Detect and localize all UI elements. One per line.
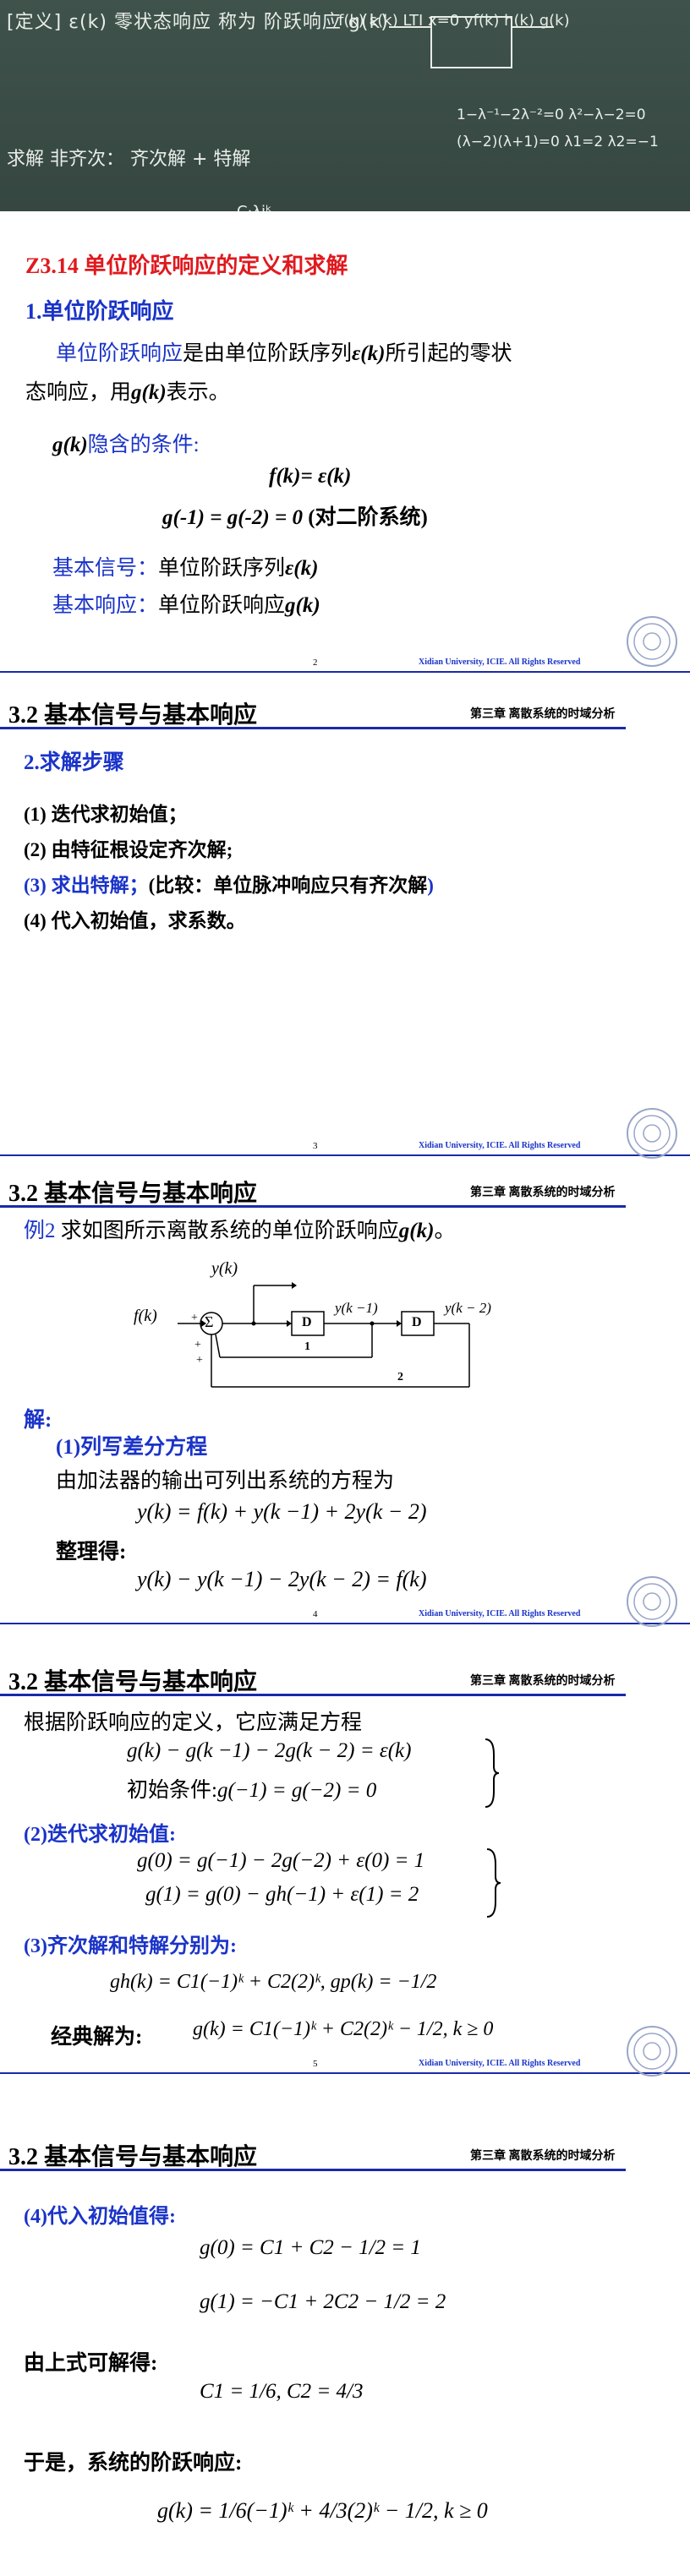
slide-header-chapter: 第三章 离散系统的时域分析 — [470, 1675, 616, 1688]
solution-text: 由加法器的输出可列出系统的方程为 — [56, 1470, 395, 1493]
basic-response-line: 基本响应：单位阶跃响应g(k) — [52, 594, 320, 617]
university-seal-icon — [627, 1108, 677, 1159]
homogeneous-particular: gh(k) = C1(−1)ᵏ + C2(2)ᵏ, gp(k) = −1/2 — [110, 1971, 437, 1993]
diagram-label-yk2: y(k − 2) — [445, 1300, 491, 1316]
subsection-title: 1.单位阶跃响应 — [25, 299, 174, 324]
solution-step-4: (4)代入初始值得: — [24, 2206, 176, 2228]
diagram-label-yk1: y(k −1) — [335, 1300, 378, 1316]
diagram-delay-1: D — [302, 1315, 312, 1329]
diagram-label-fk: f(k) — [134, 1307, 157, 1325]
condition-eq-2: g(-1) = g(-2) = 0 (对二阶系统) — [162, 506, 428, 529]
step-2: (2) 由特征根设定齐次解; — [24, 839, 233, 860]
slide-header-chapter: 第三章 离散系统的时域分析 — [470, 2150, 616, 2163]
result-label: 于是，系统的阶跃响应: — [24, 2452, 243, 2475]
coefficients: C1 = 1/6, C2 = 4/3 — [200, 2380, 364, 2403]
condition-label: g(k)隐含的条件: — [52, 434, 200, 456]
slide-3: 3.2 基本信号与基本响应 第三章 离散系统的时域分析 2.求解步骤 (1) 迭… — [0, 690, 690, 1163]
difference-equation-1: y(k) = f(k) + y(k −1) + 2y(k − 2) — [137, 1499, 427, 1524]
subsection-title: 2.求解步骤 — [24, 751, 124, 774]
diagram-plus-bottom: + — [196, 1354, 203, 1367]
footer-copyright: Xidian University, ICIE. All Rights Rese… — [419, 2059, 581, 2068]
step-response-result: g(k) = 1/6(−1)ᵏ + 4/3(2)ᵏ − 1/2, k ≥ 0 — [157, 2498, 488, 2523]
solution-label: 解: — [24, 1409, 52, 1432]
page-number: 2 — [313, 658, 318, 668]
slide-2: Z3.14 单位阶跃响应的定义和求解 1.单位阶跃响应 单位阶跃响应是由单位阶跃… — [0, 211, 690, 685]
condition-eq-1: f(k)= ε(k) — [269, 465, 352, 488]
university-seal-icon — [627, 2026, 677, 2077]
solution-step-1: (1)列写差分方程 — [56, 1436, 208, 1459]
slide-header-title: 3.2 基本信号与基本响应 — [8, 702, 258, 729]
solve-label: 由上式可解得: — [24, 2352, 158, 2375]
slide-header-chapter: 第三章 离散系统的时域分析 — [470, 708, 616, 721]
slide-header-chapter: 第三章 离散系统的时域分析 — [470, 1187, 616, 1199]
classic-solution-label: 经典解为: — [51, 2026, 143, 2049]
diagram-label-yk: y(k) — [211, 1259, 238, 1278]
university-seal-icon — [627, 1576, 677, 1627]
blackboard-photo: [定义] ε(k) 零状态响应 称为 阶跃响应 g(k) f(k) ε(k) L… — [0, 0, 690, 245]
chalk-text-definition: [定义] ε(k) 零状态响应 称为 阶跃响应 g(k) — [7, 12, 389, 33]
initial-eq-g1: g(1) = −C1 + 2C2 − 1/2 = 2 — [200, 2290, 446, 2313]
university-seal-icon — [627, 616, 677, 667]
solution-step-3: (3)齐次解和特解分别为: — [24, 1935, 237, 1957]
iteration-g0: g(0) = g(−1) − 2g(−2) + ε(0) = 1 — [137, 1849, 425, 1872]
footer-copyright: Xidian University, ICIE. All Rights Rese… — [419, 1141, 581, 1150]
system-block-diagram — [178, 1282, 470, 1388]
step-4: (4) 代入初始值，求系数。 — [24, 910, 246, 931]
diagram-adder-sigma: Σ — [205, 1313, 214, 1330]
step-1: (1) 迭代求初始值； — [24, 804, 188, 825]
example-statement: 例2 求如图所示离散系统的单位阶跃响应g(k)。 — [24, 1220, 456, 1242]
right-brace-icon — [486, 1848, 501, 1918]
initial-eq-g0: g(0) = C1 + C2 − 1/2 = 1 — [200, 2236, 421, 2259]
step-equation: g(k) − g(k −1) − 2g(k − 2) = ε(k) — [127, 1739, 412, 1762]
diagram-gain-1: 1 — [304, 1340, 310, 1353]
page-number: 5 — [313, 2059, 318, 2069]
chalk-text-solve: 求解 非齐次： 齐次解 + 特解 — [7, 149, 251, 170]
slide-6: 3.2 基本信号与基本响应 第三章 离散系统的时域分析 (4)代入初始值得: g… — [0, 2099, 690, 2576]
slide-header-title: 3.2 基本信号与基本响应 — [8, 2144, 258, 2170]
page-number: 4 — [313, 1609, 318, 1619]
step-3: (3) 求出特解；(比较：单位脉冲响应只有齐次解) — [24, 875, 434, 896]
section-heading: Z3.14 单位阶跃响应的定义和求解 — [25, 254, 348, 278]
diagram-plus-top: + — [191, 1312, 198, 1324]
basic-signal-line: 基本信号：单位阶跃序列ε(k) — [52, 557, 319, 580]
solution-step-2: (2)迭代求初始值: — [24, 1824, 176, 1846]
chalk-ltI-sketch — [389, 16, 554, 68]
definition-line-2: 态响应，用g(k)表示。 — [25, 381, 230, 404]
slide-4: 3.2 基本信号与基本响应 第三章 离散系统的时域分析 例2 求如图所示离散系统… — [0, 1163, 690, 1633]
initial-condition: 初始条件:g(−1) = g(−2) = 0 — [127, 1779, 377, 1802]
difference-equation-2: y(k) − y(k −1) − 2y(k − 2) = f(k) — [137, 1567, 427, 1591]
slide-5: 3.2 基本信号与基本响应 第三章 离散系统的时域分析 根据阶跃响应的定义，它应… — [0, 1633, 690, 2099]
iteration-g1: g(1) = g(0) − gh(−1) + ε(1) = 2 — [145, 1883, 419, 1906]
classic-solution: g(k) = C1(−1)ᵏ + C2(2)ᵏ − 1/2, k ≥ 0 — [193, 2018, 494, 2040]
definition-line-1: 单位阶跃响应是由单位阶跃序列ε(k)所引起的零状 — [56, 342, 512, 365]
right-brace-icon — [485, 1738, 500, 1808]
chalk-text-char-eq: 1−λ⁻¹−2λ⁻²=0 λ²−λ−2=0 (λ−2)(λ+1)=0 λ1=2 … — [457, 106, 659, 150]
slide-header-title: 3.2 基本信号与基本响应 — [8, 1181, 258, 1207]
diagram-gain-2: 2 — [397, 1371, 403, 1384]
footer-copyright: Xidian University, ICIE. All Rights Rese… — [419, 1609, 581, 1618]
footer-copyright: Xidian University, ICIE. All Rights Rese… — [419, 658, 581, 667]
diagram-delay-2: D — [412, 1315, 422, 1329]
intro-text: 根据阶跃响应的定义，它应满足方程 — [24, 1711, 363, 1734]
arrange-label: 整理得: — [56, 1541, 127, 1564]
page-number: 3 — [313, 1141, 318, 1151]
diagram-plus-right: + — [194, 1339, 201, 1351]
slide-header-title: 3.2 基本信号与基本响应 — [8, 1669, 258, 1695]
